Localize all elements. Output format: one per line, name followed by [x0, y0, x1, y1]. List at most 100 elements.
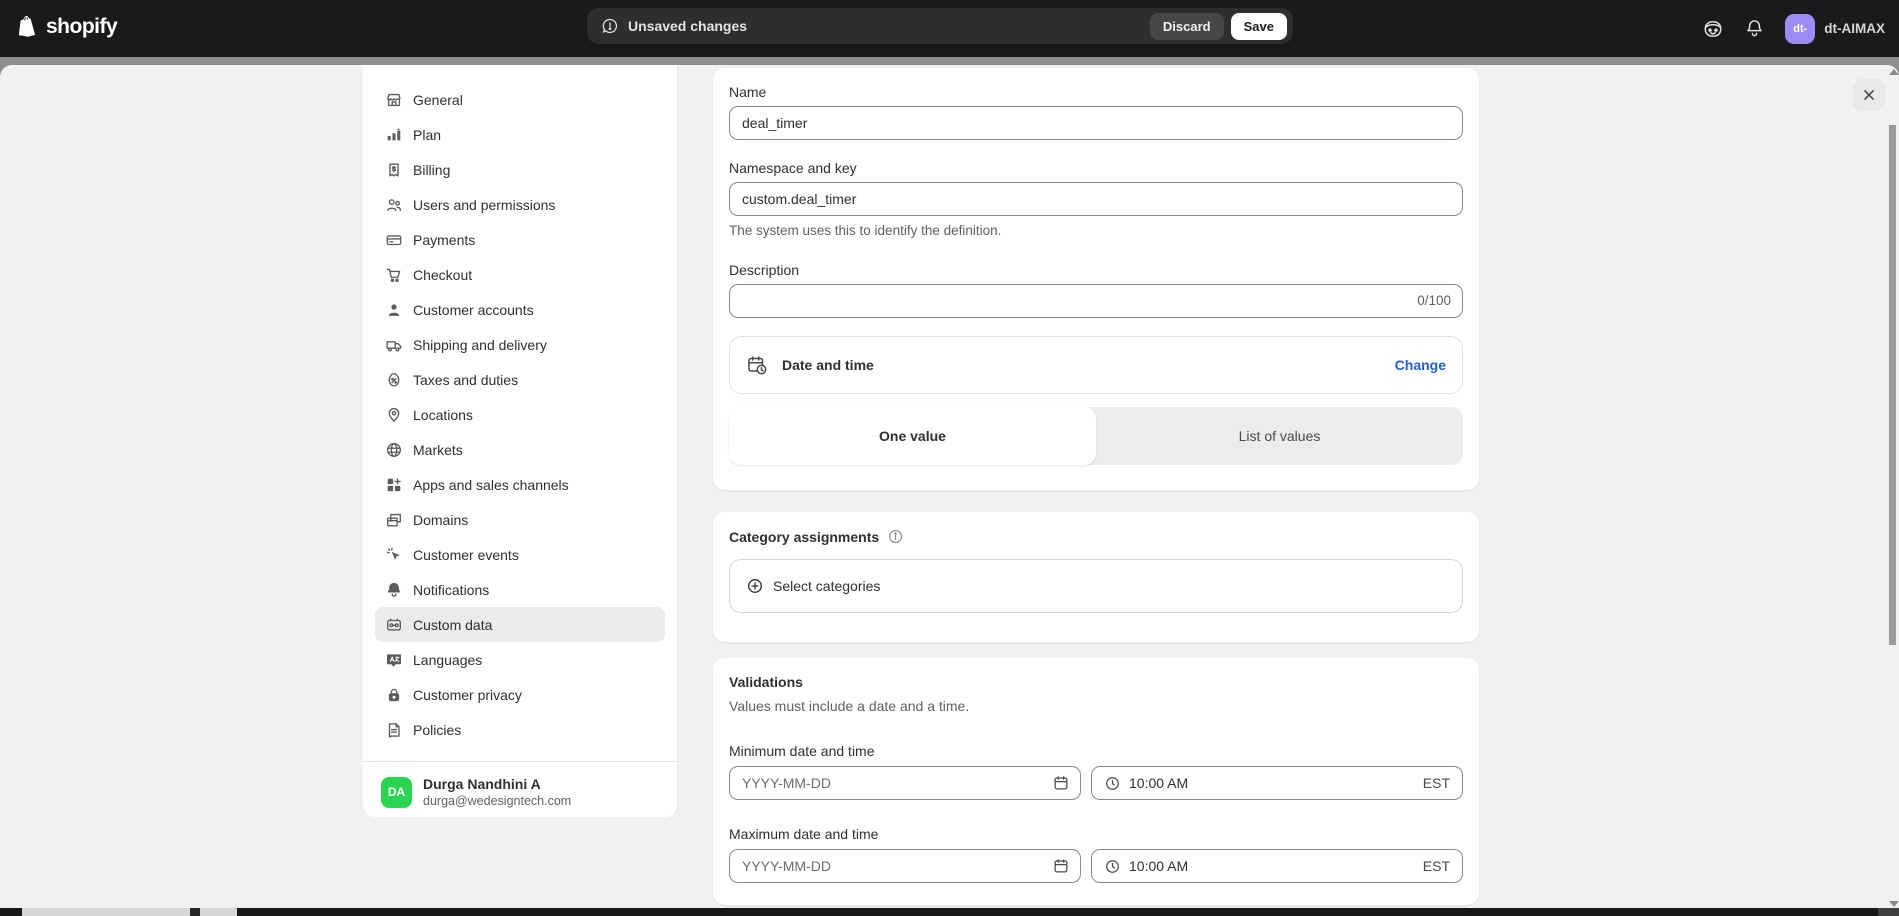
- checkout-icon: [385, 266, 403, 284]
- document-icon: [385, 721, 403, 739]
- sidebar-item-checkout[interactable]: Checkout: [375, 257, 665, 292]
- lock-icon: [385, 686, 403, 704]
- max-time-input[interactable]: 10:00 AM EST: [1091, 849, 1463, 883]
- category-assignments-title: Category assignments: [729, 529, 879, 545]
- save-button[interactable]: Save: [1231, 13, 1287, 40]
- sidebar-item-plan[interactable]: Plan: [375, 117, 665, 152]
- topbar: shopify Unsaved changes Discard Save dt-…: [0, 0, 1899, 57]
- min-time-value: 10:00 AM: [1129, 775, 1188, 791]
- vertical-scrollbar-thumb[interactable]: [1889, 125, 1896, 645]
- unsaved-changes-text: Unsaved changes: [628, 18, 747, 34]
- settings-nav: General Plan Billing Users and permissio…: [363, 65, 677, 755]
- globe-icon: [385, 441, 403, 459]
- content-type-row: Date and time Change: [729, 336, 1463, 394]
- description-label: Description: [729, 262, 1463, 278]
- sidebar-item-users-and-permissions[interactable]: Users and permissions: [375, 187, 665, 222]
- sidebar-item-domains[interactable]: Domains: [375, 502, 665, 537]
- discard-button[interactable]: Discard: [1150, 13, 1224, 40]
- plan-icon: [385, 126, 403, 144]
- sidebar-item-policies[interactable]: Policies: [375, 712, 665, 747]
- store-icon: [385, 91, 403, 109]
- shopify-bag-icon: [14, 14, 40, 40]
- one-value-segment[interactable]: One value: [729, 407, 1096, 465]
- namespace-help-text: The system uses this to identify the def…: [729, 223, 1463, 238]
- description-counter: 0/100: [1417, 293, 1451, 308]
- sidebar-item-payments[interactable]: Payments: [375, 222, 665, 257]
- pin-icon: [385, 406, 403, 424]
- max-time-value: 10:00 AM: [1129, 858, 1188, 874]
- apps-icon: [385, 476, 403, 494]
- data-icon: [385, 616, 403, 634]
- clock-icon: [1104, 858, 1121, 875]
- select-categories-button[interactable]: Select categories: [729, 559, 1463, 613]
- user-avatar: DA: [381, 777, 412, 808]
- users-icon: [385, 196, 403, 214]
- name-label: Name: [729, 84, 1463, 100]
- scrollbar-down-arrow[interactable]: [1889, 901, 1899, 907]
- description-input[interactable]: [729, 284, 1463, 318]
- bottom-taskbar: [0, 908, 1899, 916]
- sidebar-item-customer-privacy[interactable]: Customer privacy: [375, 677, 665, 712]
- payments-icon: [385, 231, 403, 249]
- validations-subtitle: Values must include a date and a time.: [729, 698, 1463, 714]
- store-menu[interactable]: dt- dt-AIMAX: [1785, 14, 1885, 44]
- info-icon[interactable]: [887, 528, 904, 545]
- sidebar-item-taxes-and-duties[interactable]: Taxes and duties: [375, 362, 665, 397]
- max-date-input[interactable]: [729, 849, 1081, 883]
- sidebar-user[interactable]: DA Durga Nandhini A durga@wedesigntech.c…: [363, 762, 677, 822]
- notifications-bell-icon[interactable]: [1744, 18, 1765, 39]
- min-date-label: Minimum date and time: [729, 743, 1463, 759]
- settings-sidebar: General Plan Billing Users and permissio…: [363, 65, 678, 817]
- sidebar-item-custom-data[interactable]: Custom data: [375, 607, 665, 642]
- content-type-label: Date and time: [782, 357, 874, 373]
- sidebar-item-languages[interactable]: Languages: [375, 642, 665, 677]
- percent-icon: [385, 371, 403, 389]
- close-icon: [1860, 86, 1878, 104]
- settings-modal: General Plan Billing Users and permissio…: [0, 65, 1899, 908]
- close-settings-button[interactable]: [1853, 79, 1885, 111]
- calendar-icon: [1052, 774, 1070, 792]
- taskbar-segment: [200, 908, 237, 916]
- user-name: Durga Nandhini A: [423, 775, 571, 793]
- clock-icon: [1104, 775, 1121, 792]
- person-icon: [385, 301, 403, 319]
- shopify-logo[interactable]: shopify: [14, 14, 117, 40]
- sidebar-item-customer-events[interactable]: Customer events: [375, 537, 665, 572]
- sidekick-icon[interactable]: [1702, 18, 1724, 40]
- sidebar-item-markets[interactable]: Markets: [375, 432, 665, 467]
- calendar-icon: [1052, 857, 1070, 875]
- sidebar-item-locations[interactable]: Locations: [375, 397, 665, 432]
- plus-circle-icon: [746, 577, 764, 595]
- sidebar-item-customer-accounts[interactable]: Customer accounts: [375, 292, 665, 327]
- value-mode-toggle: One value List of values: [729, 407, 1463, 465]
- store-name: dt-AIMAX: [1824, 21, 1885, 36]
- namespace-label: Namespace and key: [729, 160, 1463, 176]
- taskbar-segment: [22, 908, 190, 916]
- min-date-input[interactable]: [729, 766, 1081, 800]
- change-type-link[interactable]: Change: [1395, 357, 1446, 373]
- shopify-wordmark: shopify: [46, 15, 117, 39]
- min-time-input[interactable]: 10:00 AM EST: [1091, 766, 1463, 800]
- max-timezone: EST: [1423, 858, 1450, 874]
- sidebar-item-apps-and-sales-channels[interactable]: Apps and sales channels: [375, 467, 665, 502]
- sidebar-item-billing[interactable]: Billing: [375, 152, 665, 187]
- sidebar-item-shipping-and-delivery[interactable]: Shipping and delivery: [375, 327, 665, 362]
- sidebar-item-notifications[interactable]: Notifications: [375, 572, 665, 607]
- list-of-values-segment[interactable]: List of values: [1096, 407, 1463, 465]
- sidebar-item-general[interactable]: General: [375, 82, 665, 117]
- name-input[interactable]: [729, 106, 1463, 140]
- alert-icon: [601, 17, 619, 35]
- translate-icon: [385, 651, 403, 669]
- bell-icon: [385, 581, 403, 599]
- validations-card: Validations Values must include a date a…: [713, 658, 1479, 905]
- cursor-icon: [385, 546, 403, 564]
- min-timezone: EST: [1423, 775, 1450, 791]
- scrollbar-up-arrow[interactable]: [1889, 69, 1899, 75]
- date-time-type-icon: [746, 354, 768, 376]
- billing-icon: [385, 161, 403, 179]
- taskbar-notch: [190, 908, 200, 916]
- namespace-input[interactable]: [729, 182, 1463, 216]
- taskbar-segment: [1878, 908, 1899, 916]
- max-date-label: Maximum date and time: [729, 826, 1463, 842]
- select-categories-label: Select categories: [773, 578, 880, 594]
